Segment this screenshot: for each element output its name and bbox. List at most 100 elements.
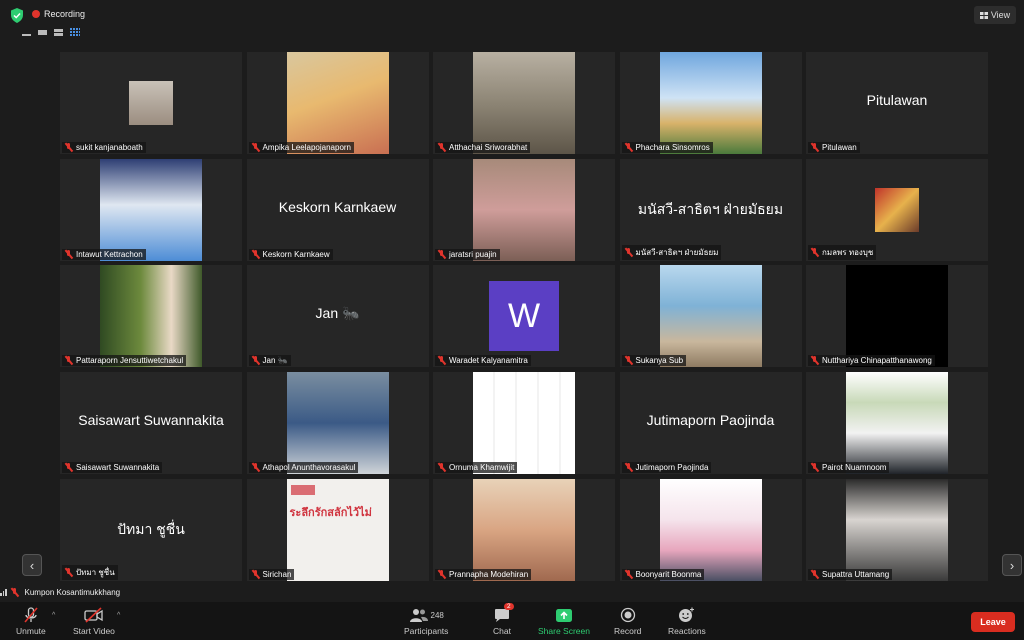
- chat-button[interactable]: 2 Chat: [493, 603, 514, 636]
- participant-name: กมลพร ทองบุช: [822, 247, 874, 257]
- participants-label: Participants: [404, 626, 449, 636]
- participant-tile[interactable]: jaratsri puajin: [433, 158, 615, 261]
- leave-button[interactable]: Leave: [971, 612, 1015, 632]
- participant-tile[interactable]: Keskorn Karnkaew Keskorn Karnkaew: [246, 158, 429, 261]
- video-feed: [473, 52, 575, 154]
- participant-name: ปัทมา ชูชื่น: [76, 567, 115, 577]
- participant-tile[interactable]: sukit kanjanaboath: [60, 52, 242, 154]
- muted-mic-icon: [437, 249, 446, 259]
- muted-mic-icon: [624, 247, 633, 257]
- participant-name: Supattra Uttamang: [822, 569, 890, 579]
- participants-icon: [409, 609, 428, 622]
- share-screen-icon: [555, 606, 573, 624]
- muted-mic-icon: [810, 463, 819, 472]
- record-icon: [620, 606, 636, 624]
- avatar-letter: W: [489, 281, 559, 352]
- minimize-layout-icon[interactable]: [22, 33, 31, 36]
- participant-tile[interactable]: Atthachai Sriworabhat: [433, 52, 615, 154]
- participant-tile[interactable]: Pitulawan Pitulawan: [806, 52, 988, 154]
- video-feed: [473, 158, 575, 261]
- video-feed: [286, 52, 389, 154]
- drawing-image: [473, 372, 575, 475]
- participant-tile[interactable]: Intawut Kettrachon: [60, 158, 242, 261]
- muted-mic-icon: [624, 143, 633, 152]
- participant-tile[interactable]: Saisawart Suwannakita Saisawart Suwannaki…: [60, 372, 242, 475]
- participant-name: Pitulawan: [822, 143, 857, 152]
- muted-mic-icon: [64, 143, 73, 152]
- participant-name-tag: Athapol Anunthavorasakul: [248, 462, 359, 474]
- recording-label: Recording: [44, 9, 86, 19]
- participant-name-tag: มนัสวี-สาธิตฯ ฝ่ายมัธยม: [621, 244, 722, 260]
- view-button[interactable]: View: [974, 6, 1016, 24]
- reactions-button[interactable]: Reactions: [668, 606, 706, 636]
- participant-name: Athapol Anunthavorasakul: [262, 463, 356, 473]
- participant-tile[interactable]: Ornuma Khamwijit: [433, 372, 615, 475]
- muted-mic-icon: [64, 249, 73, 259]
- participant-name-tag: Ornuma Khamwijit: [435, 462, 518, 474]
- participant-tile[interactable]: ปัทมา ชูชื่น ปัทมา ชูชื่น: [60, 478, 242, 581]
- participant-name-tag: Supattra Uttamang: [808, 568, 893, 580]
- participant-tile[interactable]: Phachara Sinsomros: [619, 52, 802, 154]
- meeting-toolbar: Unmute ^ Start Video ^ 248 Participants …: [0, 602, 1024, 640]
- participant-tile[interactable]: W Waradet Kalyanamitra: [433, 265, 615, 368]
- unmute-button[interactable]: Unmute: [16, 606, 46, 636]
- muted-mic-icon: [810, 356, 819, 365]
- muted-mic-icon: [624, 356, 633, 365]
- participant-tile[interactable]: Pairot Nuamnoom: [806, 372, 988, 475]
- muted-mic-icon: [437, 143, 446, 152]
- participant-tile[interactable]: กมลพร ทองบุช: [806, 158, 988, 261]
- reactions-label: Reactions: [668, 626, 706, 636]
- participant-tile[interactable]: Ampika Leelapojanaporn: [246, 52, 429, 154]
- layout-switcher: [22, 28, 80, 37]
- participant-name: Ampika Leelapojanaporn: [262, 143, 352, 152]
- recording-indicator[interactable]: Recording: [32, 9, 85, 19]
- video-feed: [846, 478, 948, 581]
- share-screen-button[interactable]: Share Screen: [538, 606, 590, 636]
- participants-button[interactable]: 248 Participants: [404, 606, 448, 636]
- top-bar: Recording View: [0, 0, 1024, 46]
- participant-tile[interactable]: Prannapha Modehiran: [433, 478, 615, 581]
- participant-tile[interactable]: ระลึกรักสลักไว้ไม่ Sirichan: [246, 478, 429, 581]
- participant-tile[interactable]: Sukanya Sub: [619, 265, 802, 368]
- participant-tile[interactable]: Jutimaporn Paojinda Jutimaporn Paojinda: [619, 372, 802, 475]
- poster-heading: ระลึกรักสลักไว้ไม่: [289, 506, 372, 519]
- participant-tile[interactable]: Jan 🐜 Jan 🐜: [246, 265, 429, 368]
- participant-name: Boonyarit Boonma: [635, 569, 702, 579]
- participant-tile[interactable]: Boonyarit Boonma: [619, 478, 802, 581]
- audio-options-caret-icon[interactable]: ^: [52, 612, 55, 619]
- gallery-layout-icon[interactable]: [70, 28, 80, 37]
- participant-tile[interactable]: Pattaraporn Jensuttiwetchakul: [60, 265, 242, 368]
- video-options-caret-icon[interactable]: ^: [117, 612, 120, 619]
- muted-mic-icon: [64, 356, 73, 365]
- speaker-layout-icon[interactable]: [54, 29, 63, 36]
- participant-tile[interactable]: Nutthariya Chinapatthanawong: [806, 265, 988, 368]
- participants-icon-wrap: 248: [409, 606, 444, 624]
- grid-view-icon: [979, 11, 988, 19]
- video-feed: [846, 372, 948, 475]
- record-button[interactable]: Record: [614, 606, 641, 636]
- muted-mic-icon: [810, 569, 819, 579]
- participant-name: Atthachai Sriworabhat: [449, 143, 528, 152]
- participant-name: Prannapha Modehiran: [449, 569, 529, 579]
- strip-layout-icon[interactable]: [38, 30, 47, 35]
- participant-name-tag: Sirichan: [248, 568, 295, 580]
- active-speaker-name: Kumpon Kosantimukkhang: [24, 588, 121, 597]
- participant-name: Pairot Nuamnoom: [822, 463, 887, 473]
- video-feed: [100, 265, 202, 368]
- video-feed: [100, 158, 202, 261]
- start-video-button[interactable]: Start Video: [73, 606, 115, 636]
- participant-tile[interactable]: Athapol Anunthavorasakul: [246, 372, 429, 475]
- muted-mic-icon: [437, 569, 446, 579]
- next-page-button[interactable]: ›: [1002, 554, 1022, 576]
- security-shield-icon[interactable]: [10, 8, 24, 23]
- participant-display-name: Keskorn Karnkaew: [278, 198, 397, 215]
- view-label: View: [990, 10, 1011, 20]
- participant-name-tag: Jutimaporn Paojinda: [621, 462, 712, 474]
- previous-page-button[interactable]: ‹: [22, 554, 42, 576]
- participant-name: Waradet Kalyanamitra: [449, 356, 528, 366]
- muted-mic-icon: [437, 356, 446, 365]
- participant-tile[interactable]: Supattra Uttamang: [806, 478, 988, 581]
- participant-name-tag: jaratsri puajin: [435, 248, 500, 260]
- participant-tile[interactable]: มนัสวี-สาธิตฯ ฝ่ายมัธยม มนัสวี-สาธิตฯ ฝ่า…: [619, 158, 802, 261]
- video-feed: [473, 478, 575, 581]
